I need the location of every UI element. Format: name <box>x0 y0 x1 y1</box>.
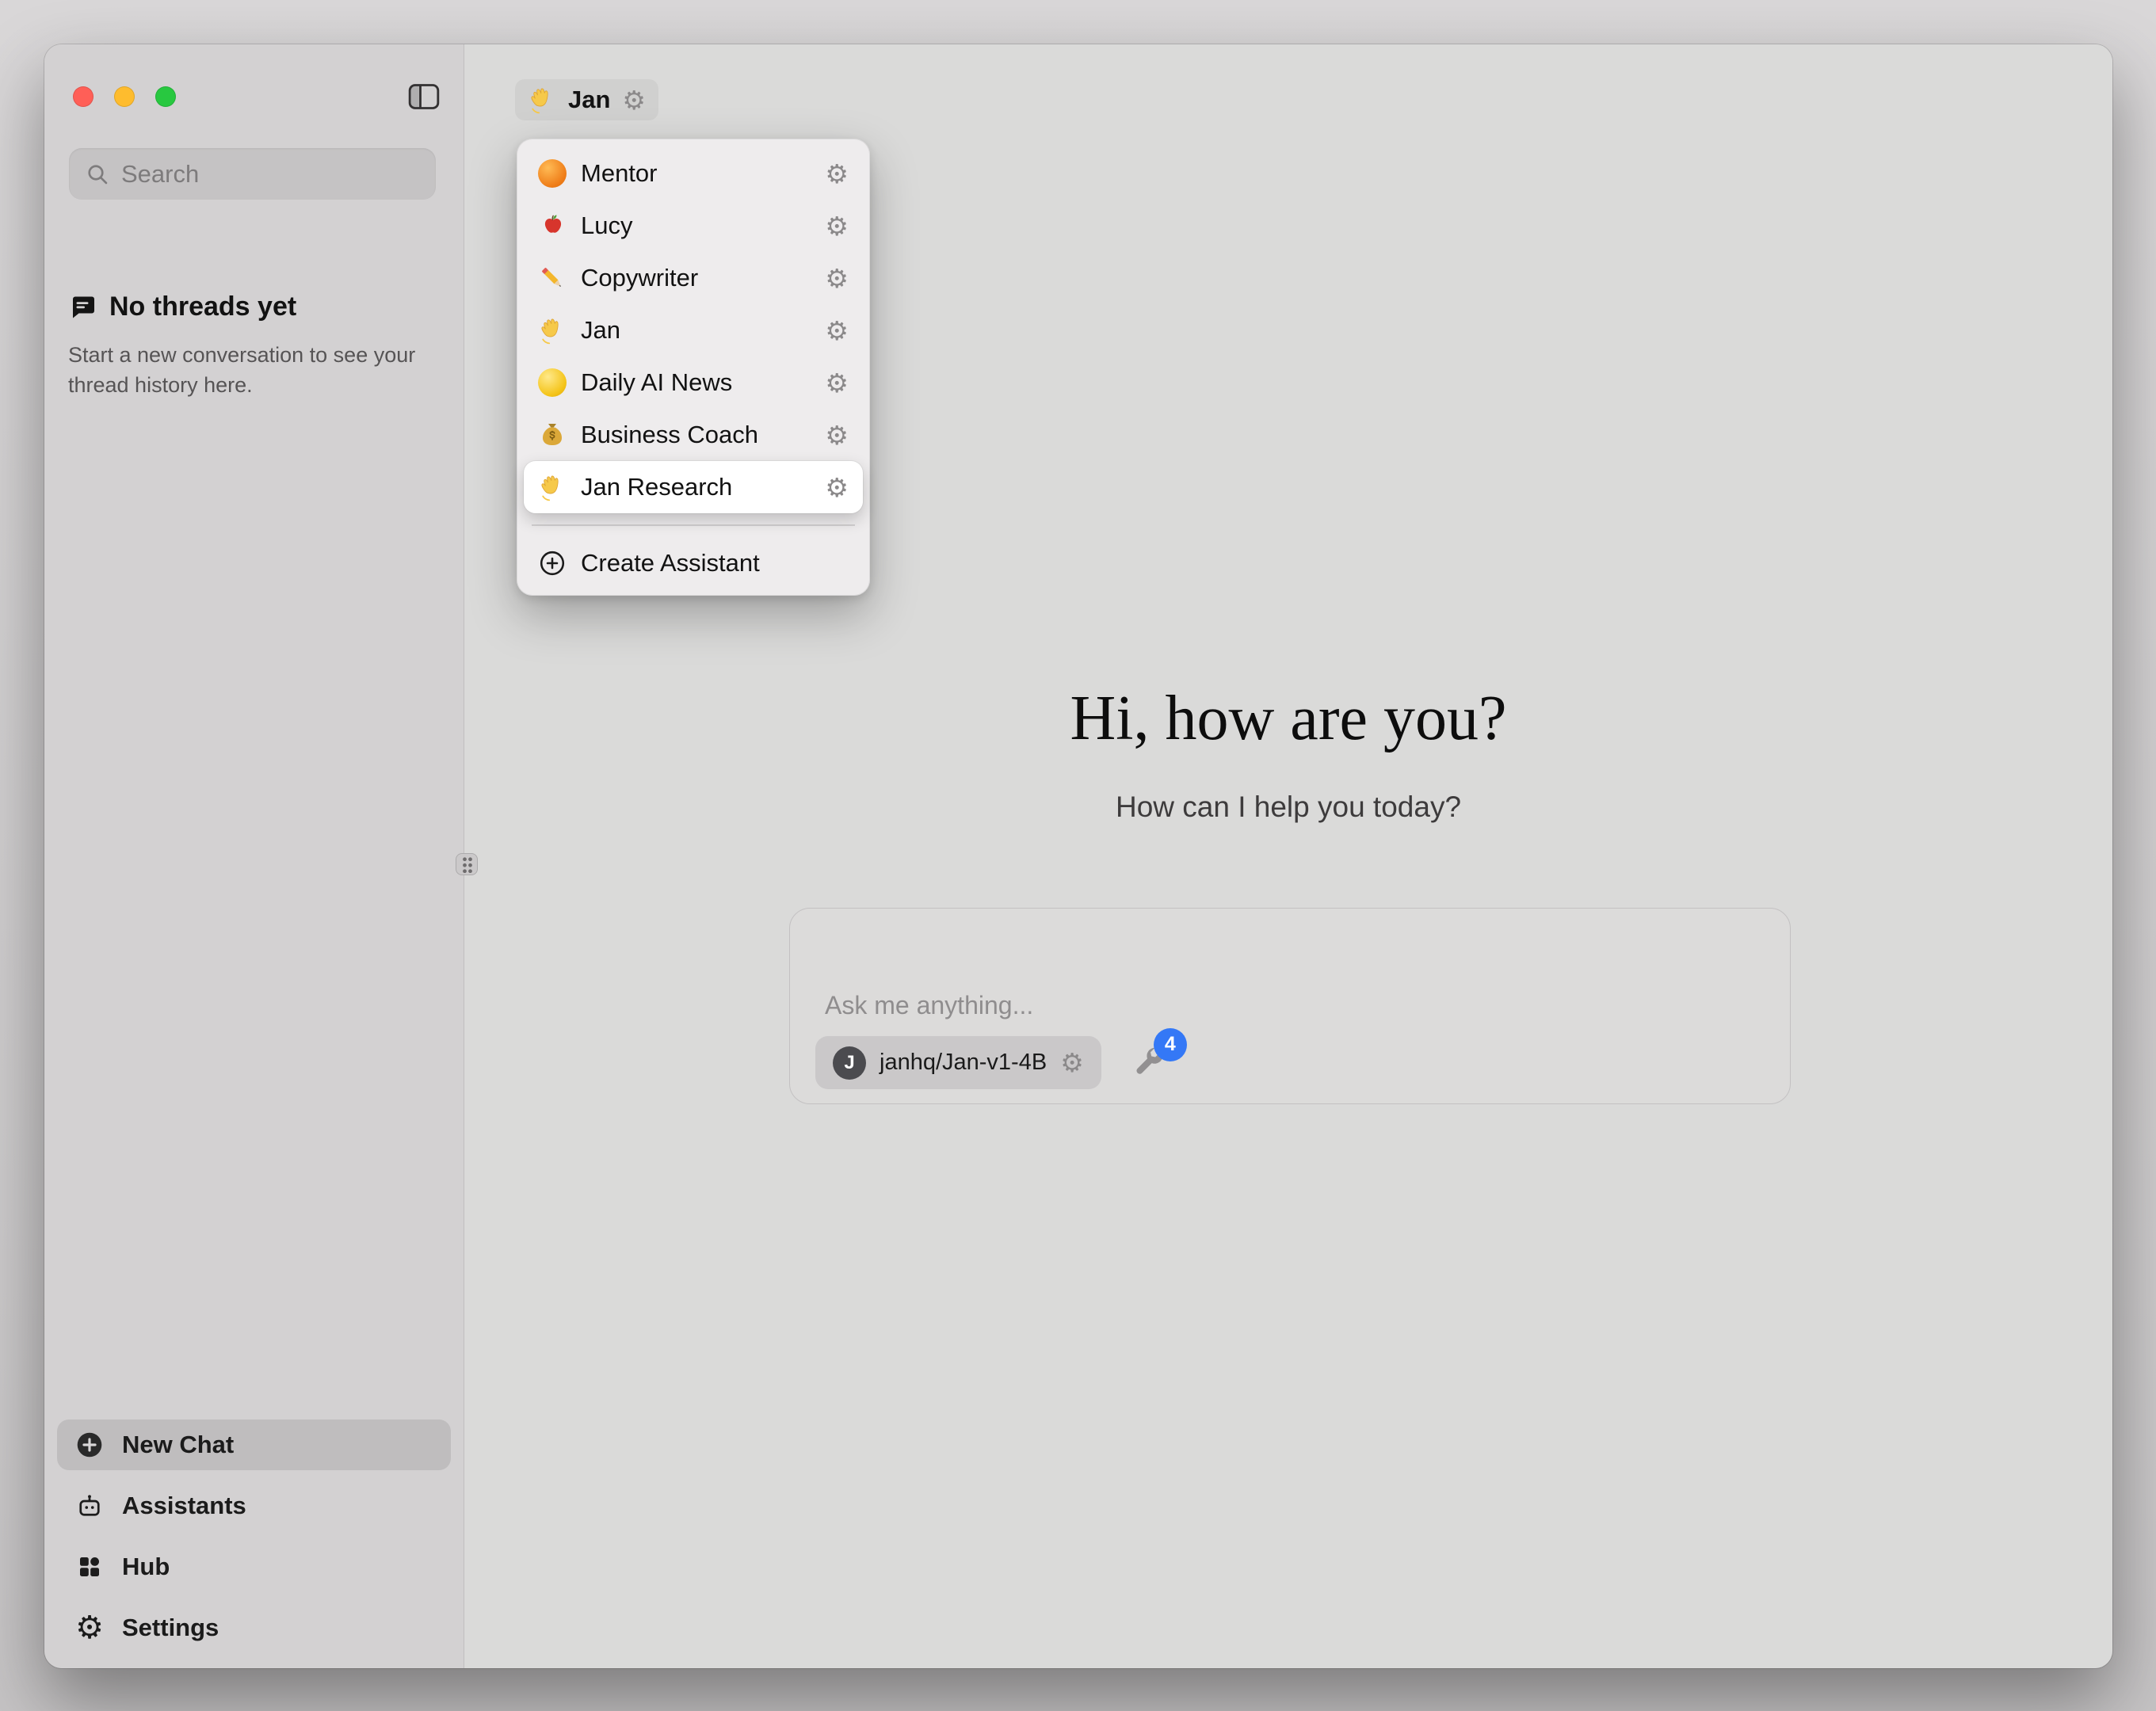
drag-dots-icon <box>462 856 472 873</box>
menu-item-label: Jan <box>581 316 620 345</box>
greeting-subtitle: How can I help you today? <box>464 791 2112 824</box>
sidebar-nav: New Chat Assistants <box>57 1419 451 1653</box>
close-button[interactable] <box>73 86 93 107</box>
assistants-icon <box>74 1491 105 1521</box>
plus-circle-icon <box>538 549 567 577</box>
wave-emoji-icon <box>538 316 567 345</box>
threads-icon <box>68 293 97 322</box>
apple-emoji-icon <box>538 211 567 240</box>
sidebar-item-assistants[interactable]: Assistants <box>57 1480 451 1531</box>
sidebar-toggle-icon <box>408 83 440 110</box>
model-avatar: J <box>833 1046 866 1080</box>
assistant-settings-gear-icon[interactable] <box>622 87 646 113</box>
menu-item-mentor[interactable]: Mentor <box>524 147 863 200</box>
sidebar-item-hub[interactable]: Hub <box>57 1541 451 1592</box>
sidebar-item-label: Settings <box>122 1614 219 1642</box>
menu-item-lucy[interactable]: Lucy <box>524 200 863 252</box>
pencil-emoji-icon <box>538 264 567 292</box>
menu-divider <box>532 524 855 526</box>
wave-emoji-icon <box>538 473 567 501</box>
search-input[interactable]: Search <box>69 148 436 200</box>
menu-item-jan-research[interactable]: Jan Research <box>524 461 863 513</box>
model-name: janhq/Jan-v1-4B <box>880 1050 1047 1076</box>
create-assistant-label: Create Assistant <box>581 549 760 577</box>
empty-state-title: No threads yet <box>109 292 296 322</box>
model-settings-gear-icon[interactable] <box>1060 1050 1084 1076</box>
sidebar-resize-handle[interactable] <box>456 853 478 875</box>
gear-icon[interactable] <box>825 474 849 501</box>
tools-button[interactable]: 4 <box>1130 1044 1168 1082</box>
wave-emoji-icon <box>528 86 556 114</box>
sidebar-item-label: New Chat <box>122 1431 234 1459</box>
model-selector[interactable]: J janhq/Jan-v1-4B <box>815 1036 1101 1089</box>
empty-state-description: Start a new conversation to see your thr… <box>68 340 417 401</box>
app-window: Search No threads yet Start a new conver… <box>44 44 2112 1668</box>
sidebar-item-label: Hub <box>122 1553 170 1581</box>
menu-item-jan[interactable]: Jan <box>524 304 863 356</box>
menu-item-label: Jan Research <box>581 473 732 501</box>
sidebar-item-new-chat[interactable]: New Chat <box>57 1419 451 1470</box>
composer-toolbar: J janhq/Jan-v1-4B 4 <box>815 1036 1168 1089</box>
minimize-button[interactable] <box>114 86 135 107</box>
current-assistant-name: Jan <box>568 86 610 114</box>
menu-item-label: Daily AI News <box>581 368 732 397</box>
sidebar-toggle-button[interactable] <box>406 81 441 112</box>
gear-icon[interactable] <box>825 370 849 396</box>
gear-icon[interactable] <box>825 265 849 292</box>
zoom-button[interactable] <box>155 86 176 107</box>
sidebar-item-label: Assistants <box>122 1492 246 1520</box>
chat-composer[interactable]: Ask me anything... J janhq/Jan-v1-4B 4 <box>789 908 1791 1104</box>
create-assistant-button[interactable]: Create Assistant <box>524 537 863 589</box>
tools-count-badge: 4 <box>1154 1028 1187 1061</box>
menu-item-label: Copywriter <box>581 264 698 292</box>
menu-item-label: Business Coach <box>581 421 758 449</box>
daily-ai-news-icon <box>538 368 567 397</box>
assistant-selector[interactable]: Jan <box>515 79 658 120</box>
sidebar: Search No threads yet Start a new conver… <box>44 44 464 1668</box>
gear-icon[interactable] <box>825 318 849 344</box>
menu-item-copywriter[interactable]: Copywriter <box>524 252 863 304</box>
gear-icon[interactable] <box>825 213 849 239</box>
menu-item-label: Mentor <box>581 159 657 188</box>
main-area: Jan Mentor Lucy Copywriter <box>464 44 2112 1668</box>
mentor-icon <box>538 159 567 188</box>
search-icon <box>85 162 110 187</box>
new-chat-plus-icon <box>74 1430 105 1460</box>
sidebar-item-settings[interactable]: Settings <box>57 1602 451 1653</box>
empty-threads-state: No threads yet Start a new conversation … <box>68 292 417 401</box>
desktop-background: Search No threads yet Start a new conver… <box>0 0 2156 1711</box>
hub-grid-icon <box>74 1552 105 1582</box>
menu-item-label: Lucy <box>581 211 632 240</box>
gear-icon[interactable] <box>825 422 849 448</box>
composer-placeholder: Ask me anything... <box>825 991 1033 1020</box>
search-placeholder: Search <box>121 160 199 189</box>
menu-item-daily-ai-news[interactable]: Daily AI News <box>524 356 863 409</box>
menu-item-business-coach[interactable]: Business Coach <box>524 409 863 461</box>
settings-gear-icon <box>74 1613 105 1643</box>
window-controls <box>73 86 176 107</box>
moneybag-emoji-icon <box>538 421 567 449</box>
greeting-title: Hi, how are you? <box>464 683 2112 755</box>
assistant-dropdown-menu: Mentor Lucy Copywriter Jan <box>517 139 870 596</box>
gear-icon[interactable] <box>825 161 849 187</box>
